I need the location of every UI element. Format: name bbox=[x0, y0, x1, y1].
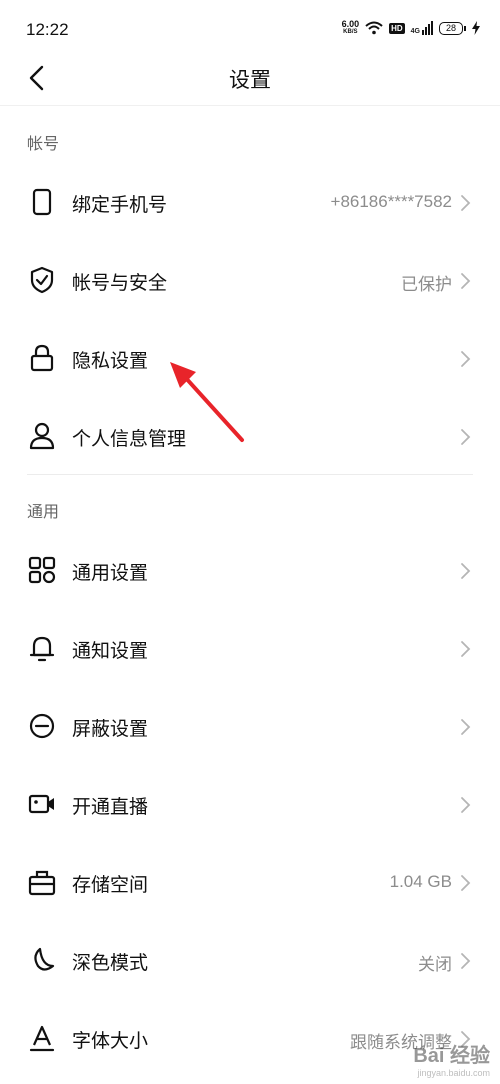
row-general-settings[interactable]: 通用设置 bbox=[0, 530, 500, 608]
chevron-right-icon bbox=[461, 563, 471, 579]
row-label: 个人信息管理 bbox=[72, 428, 187, 450]
section-header-general: 通用 bbox=[27, 502, 60, 521]
row-label: 绑定手机号 bbox=[72, 194, 168, 216]
row-label: 通用设置 bbox=[72, 562, 149, 584]
shield-check-icon bbox=[30, 266, 54, 294]
row-label: 屏蔽设置 bbox=[72, 718, 149, 740]
status-time: 12:22 bbox=[26, 20, 69, 39]
row-privacy[interactable]: 隐私设置 bbox=[0, 318, 500, 396]
row-value: +86186****7582 bbox=[330, 192, 452, 211]
chevron-right-icon bbox=[461, 351, 471, 367]
row-value: 已保护 bbox=[401, 275, 452, 294]
section-header-account: 帐号 bbox=[27, 134, 60, 153]
grid-icon bbox=[28, 556, 56, 584]
row-label: 字体大小 bbox=[72, 1030, 149, 1052]
row-dark-mode[interactable]: 深色模式 关闭 bbox=[0, 920, 500, 998]
chevron-right-icon bbox=[461, 429, 471, 445]
charging-icon bbox=[472, 21, 480, 35]
phone-icon bbox=[32, 188, 52, 216]
network-speed-value: 6.00 bbox=[341, 19, 360, 29]
bell-icon bbox=[29, 636, 55, 662]
chevron-right-icon bbox=[461, 719, 471, 735]
video-camera-icon bbox=[28, 794, 54, 814]
row-notification[interactable]: 通知设置 bbox=[0, 608, 500, 686]
row-live[interactable]: 开通直播 bbox=[0, 764, 500, 842]
row-account-security[interactable]: 帐号与安全 已保护 bbox=[0, 240, 500, 318]
row-personal-info[interactable]: 个人信息管理 bbox=[0, 396, 500, 474]
row-label: 深色模式 bbox=[72, 952, 149, 974]
row-value: 1.04 GB bbox=[389, 872, 452, 891]
font-a-icon bbox=[29, 1025, 55, 1052]
row-label: 通知设置 bbox=[72, 640, 149, 662]
network-type: 4G bbox=[410, 28, 420, 35]
network-speed-unit: KB/S bbox=[343, 29, 358, 35]
row-label: 隐私设置 bbox=[72, 350, 149, 372]
row-label: 开通直播 bbox=[72, 796, 149, 818]
chevron-right-icon bbox=[461, 195, 471, 211]
chevron-right-icon bbox=[461, 641, 471, 657]
row-value: 关闭 bbox=[418, 955, 452, 974]
person-icon bbox=[29, 422, 55, 450]
chevron-right-icon bbox=[461, 875, 471, 891]
row-storage[interactable]: 存储空间 1.04 GB bbox=[0, 842, 500, 920]
chevron-right-icon bbox=[461, 797, 471, 813]
battery-icon: 28 bbox=[439, 21, 466, 35]
watermark-logo: Bai 经验 bbox=[413, 1045, 490, 1067]
minus-circle-icon bbox=[29, 713, 55, 739]
toolbox-icon bbox=[28, 870, 56, 896]
page-title: 设置 bbox=[229, 68, 271, 92]
wifi-icon bbox=[365, 21, 383, 35]
row-label: 帐号与安全 bbox=[72, 272, 168, 294]
row-block[interactable]: 屏蔽设置 bbox=[0, 686, 500, 764]
chevron-right-icon bbox=[461, 273, 471, 289]
lock-icon bbox=[30, 344, 54, 372]
watermark: Bai 经验 jingyan.baidu.com bbox=[413, 1039, 490, 1078]
status-icons: 6.00 KB/S HD 4G 28 bbox=[342, 20, 480, 36]
moon-icon bbox=[34, 947, 55, 971]
signal-icon: 4G bbox=[411, 21, 433, 35]
row-bind-phone[interactable]: 绑定手机号 +86186****7582 bbox=[0, 162, 500, 240]
hd-badge: HD bbox=[389, 22, 405, 34]
watermark-url: jingyan.baidu.com bbox=[417, 1068, 490, 1078]
network-speed: 6.00 KB/S bbox=[342, 20, 360, 36]
battery-level: 28 bbox=[439, 21, 463, 35]
nav-bar: 设置 bbox=[0, 50, 500, 106]
chevron-right-icon bbox=[461, 953, 471, 969]
section-divider bbox=[27, 474, 473, 475]
row-label: 存储空间 bbox=[72, 874, 149, 896]
